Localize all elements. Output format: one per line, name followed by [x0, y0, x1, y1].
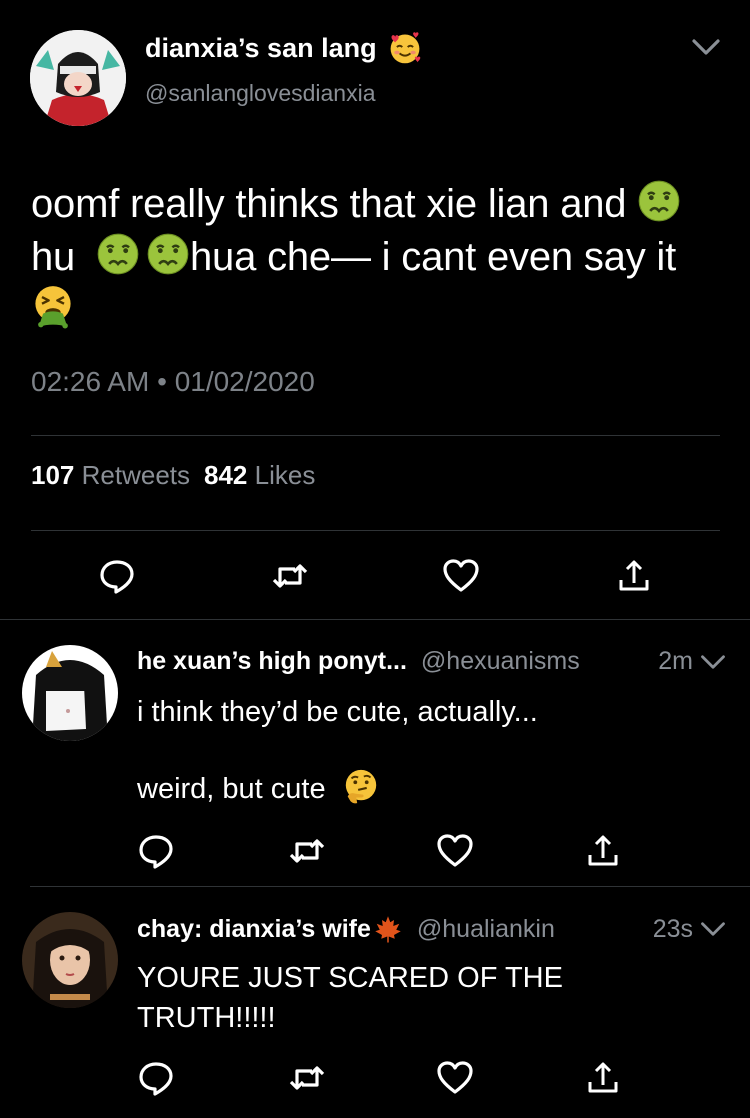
- reply-author-name[interactable]: he xuan’s high ponyt...: [137, 647, 407, 676]
- reply-text-spacer: [137, 732, 727, 768]
- face-vomiting-icon: [31, 285, 75, 329]
- tweet-timestamp: 02:26 AM • 01/02/2020: [31, 366, 315, 398]
- smiling-face-with-hearts-icon: [387, 30, 423, 66]
- tweet-stats: 107 Retweets 842 Likes: [31, 460, 315, 491]
- tweet-date: 01/02/2020: [174, 366, 315, 397]
- avatar[interactable]: [22, 912, 118, 1008]
- tweet-text-line: hu hua che— i cant even say it: [31, 231, 721, 284]
- tweet-text-line: [31, 284, 721, 337]
- divider: [31, 435, 720, 436]
- author-name[interactable]: dianxia’s san lang: [145, 33, 377, 64]
- reply-author-name[interactable]: chay: dianxia’s wife: [137, 915, 371, 944]
- retweets-count: 107: [31, 460, 75, 490]
- avatar[interactable]: [30, 30, 126, 126]
- reply-text-line: weird, but cute: [137, 768, 727, 809]
- reply-text-segment: weird, but cute: [137, 773, 326, 805]
- like-heart-icon[interactable]: [435, 831, 475, 871]
- tweet-text-segment: hu: [31, 235, 76, 279]
- likes-count: 842: [204, 460, 248, 490]
- avatar-image: [22, 645, 118, 741]
- share-icon[interactable]: [583, 831, 623, 871]
- divider: [0, 619, 750, 620]
- chevron-down-icon[interactable]: [699, 919, 727, 939]
- retweet-icon[interactable]: [270, 556, 310, 596]
- chevron-down-icon[interactable]: [690, 36, 722, 58]
- main-tweet: dianxia’s san lang @sanlanglovesdianxia …: [0, 0, 750, 620]
- reply-author-handle[interactable]: @hualiankin: [417, 915, 555, 944]
- tweet-time: 02:26 AM: [31, 366, 150, 397]
- reply-time: 23s: [652, 914, 693, 943]
- reply-icon[interactable]: [136, 831, 176, 871]
- divider: [31, 530, 720, 531]
- tweet-text: oomf really thinks that xie lian and hu …: [31, 178, 721, 337]
- divider: [30, 886, 750, 887]
- likes-label: Likes: [254, 460, 316, 490]
- reply-icon[interactable]: [97, 556, 137, 596]
- reply-author-handle[interactable]: @hexuanisms: [421, 647, 580, 676]
- reply-header: chay: dianxia’s wife @hualiankin 23s: [137, 914, 727, 944]
- reply-text-line: i think they’d be cute, actually...: [137, 696, 538, 728]
- reply-time: 2m: [658, 647, 693, 675]
- maple-leaf-icon: [373, 914, 403, 944]
- retweets-stat[interactable]: 107 Retweets: [31, 460, 190, 491]
- tweet-text-segment: oomf really thinks that xie lian and: [31, 182, 627, 226]
- nauseated-face-icon: [96, 232, 140, 276]
- meta-separator: •: [157, 366, 167, 397]
- nauseated-face-icon: [146, 232, 190, 276]
- share-icon[interactable]: [614, 556, 654, 596]
- like-heart-icon[interactable]: [435, 1058, 475, 1098]
- avatar[interactable]: [22, 645, 118, 741]
- retweet-icon[interactable]: [287, 1058, 327, 1098]
- avatar-image: [22, 912, 118, 1008]
- author-handle[interactable]: @sanlanglovesdianxia: [145, 80, 376, 107]
- reply-text-line: YOURE JUST SCARED OF THE: [137, 962, 563, 994]
- like-heart-icon[interactable]: [441, 556, 481, 596]
- reply-text-line: TRUTH!!!!!: [137, 1002, 276, 1034]
- retweets-label: Retweets: [81, 460, 191, 490]
- retweet-icon[interactable]: [287, 831, 327, 871]
- tweet-text-line: oomf really thinks that xie lian and: [31, 178, 721, 231]
- reply-icon[interactable]: [136, 1058, 176, 1098]
- author-name-row[interactable]: dianxia’s san lang: [145, 30, 423, 66]
- likes-stat[interactable]: 842 Likes: [204, 460, 315, 491]
- reply-header: he xuan’s high ponyt... @hexuanisms 2m: [137, 647, 727, 676]
- share-icon[interactable]: [583, 1058, 623, 1098]
- nauseated-face-icon: [637, 179, 681, 223]
- reply-text: YOURE JUST SCARED OF THE TRUTH!!!!!: [137, 958, 727, 1038]
- reply-text: i think they’d be cute, actually... weir…: [137, 692, 727, 809]
- avatar-image: [30, 30, 126, 126]
- chevron-down-icon[interactable]: [699, 652, 727, 672]
- tweet-text-segment: hua che— i cant even say it: [190, 235, 677, 279]
- thinking-face-icon: [342, 768, 380, 806]
